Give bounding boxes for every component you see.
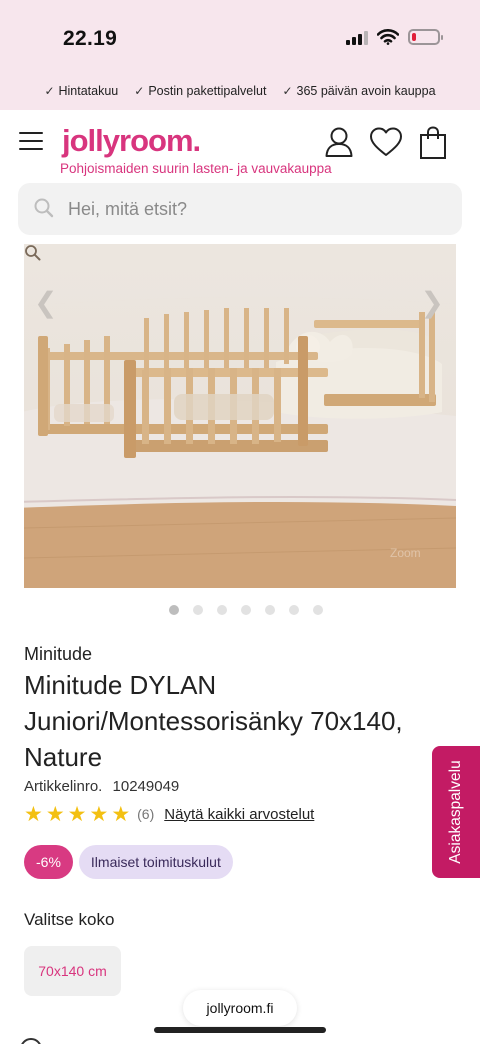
pagination-dot[interactable] (313, 605, 323, 615)
usp-label: 365 päivän avoin kauppa (296, 84, 436, 98)
search-input[interactable] (68, 183, 448, 235)
discount-badge: -6% (24, 845, 73, 879)
status-icons (346, 29, 443, 45)
wifi-icon (377, 29, 399, 45)
product-badges: -6% Ilmaiset toimituskulut (24, 845, 233, 879)
logo[interactable]: jollyroom. (62, 123, 201, 159)
battery-level (412, 33, 416, 41)
product-title: Minitude DYLAN Juniori/Montessorisänky 7… (24, 670, 403, 772)
usp-item: ✓ Hintatakuu (44, 84, 118, 98)
star-icon: ★ (24, 802, 43, 826)
tagline: Pohjoismaiden suurin lasten- ja vauvakau… (60, 161, 332, 176)
star-icon: ★ (89, 802, 109, 826)
usp-item: ✓ 365 päivän avoin kauppa (282, 84, 435, 98)
menu-icon[interactable] (19, 132, 43, 150)
sku-value: 10249049 (112, 778, 180, 795)
pagination-dot[interactable] (241, 605, 251, 615)
pagination-dot[interactable] (169, 605, 179, 615)
gallery-pagination (169, 605, 323, 615)
customer-service-tab[interactable]: Asiakaspalvelu (432, 746, 480, 878)
star-icon: ★ (67, 802, 87, 826)
pagination-dot[interactable] (217, 605, 227, 615)
size-option[interactable]: 70x140 cm (24, 946, 121, 996)
battery-icon (408, 29, 443, 45)
usp-label: Postin pakettipalvelut (148, 84, 267, 98)
usp-item: ✓ Postin pakettipalvelut (134, 84, 266, 98)
product-brand[interactable]: Minitude (24, 644, 92, 665)
pagination-dot[interactable] (289, 605, 299, 615)
browser-url-bar[interactable]: jollyroom.fi (183, 990, 297, 1026)
signal-icon (346, 30, 368, 45)
status-time: 22.19 (63, 27, 118, 50)
site-header: jollyroom. Pohjoismaiden suurin lasten- … (0, 110, 480, 180)
product-image-gallery[interactable]: ❮ ❯ Zoom (24, 244, 456, 588)
check-icon: ✓ (282, 84, 293, 98)
star-icon: ★ (45, 802, 65, 826)
account-icon[interactable] (324, 126, 354, 158)
info-icon (20, 1038, 42, 1044)
zoom-label[interactable]: Zoom (390, 546, 421, 560)
pagination-dot[interactable] (265, 605, 275, 615)
reviews-link[interactable]: Näytä kaikki arvostelut (164, 806, 314, 823)
status-bar: 22.19 (0, 0, 480, 78)
rating-count: (6) (137, 806, 155, 822)
star-icon: ★ (111, 802, 131, 826)
sku-label: Artikkelinro. (24, 778, 103, 795)
search-icon (34, 198, 54, 218)
product-sku: Artikkelinro. 10249049 (24, 778, 179, 795)
usp-row: ✓ Hintatakuu ✓ Postin pakettipalvelut ✓ … (0, 84, 480, 98)
size-label: Valitse koko (24, 910, 115, 929)
zoom-icon[interactable] (24, 244, 42, 262)
check-icon: ✓ (44, 84, 55, 98)
rating-stars: ★ ★ ★ ★ ★ (24, 803, 130, 825)
customer-service-label: Asiakaspalvelu (447, 760, 464, 864)
delivery-badge: Ilmaiset toimituskulut (78, 845, 233, 879)
home-indicator (154, 1027, 326, 1033)
chevron-left-icon[interactable]: ❮ (34, 286, 57, 319)
heart-icon[interactable] (369, 126, 403, 158)
product-image (24, 244, 456, 588)
bag-icon[interactable] (419, 126, 447, 160)
check-icon: ✓ (134, 84, 145, 98)
usp-label: Hintatakuu (58, 84, 119, 98)
search-bar[interactable] (18, 183, 462, 235)
rating-row: ★ ★ ★ ★ ★ (6) Näytä kaikki arvostelut (24, 803, 314, 825)
chevron-right-icon[interactable]: ❯ (421, 286, 444, 319)
pagination-dot[interactable] (193, 605, 203, 615)
